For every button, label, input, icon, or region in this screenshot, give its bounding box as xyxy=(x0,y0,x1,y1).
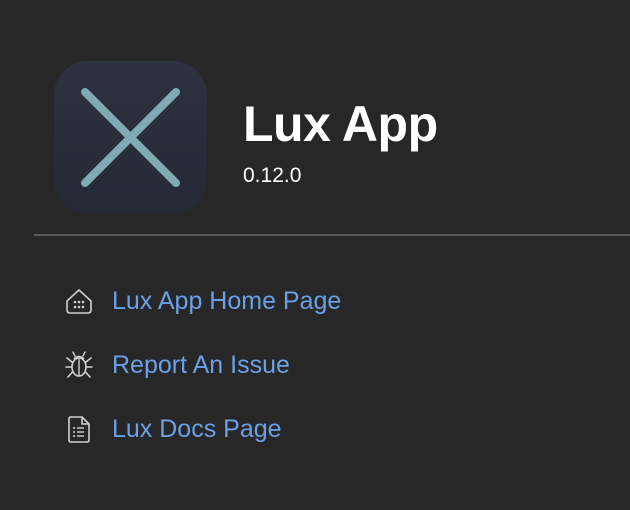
docs-page-link-label[interactable]: Lux Docs Page xyxy=(112,414,282,444)
app-name: Lux App xyxy=(243,96,438,152)
app-logo-icon xyxy=(54,61,207,214)
home-page-link-label[interactable]: Lux App Home Page xyxy=(112,286,341,316)
about-window: Lux App 0.12.0 Lux App Home Page Report … xyxy=(0,0,630,510)
document-icon xyxy=(62,412,96,446)
home-page-link[interactable]: Lux App Home Page xyxy=(62,281,341,321)
docs-page-link[interactable]: Lux Docs Page xyxy=(62,409,341,449)
report-issue-link-label[interactable]: Report An Issue xyxy=(112,350,290,380)
link-list: Lux App Home Page Report An Issue Lux Do… xyxy=(62,281,341,473)
report-issue-link[interactable]: Report An Issue xyxy=(62,345,341,385)
bug-icon xyxy=(62,348,96,382)
app-version: 0.12.0 xyxy=(243,164,302,187)
home-icon xyxy=(62,284,96,318)
divider xyxy=(34,234,630,236)
